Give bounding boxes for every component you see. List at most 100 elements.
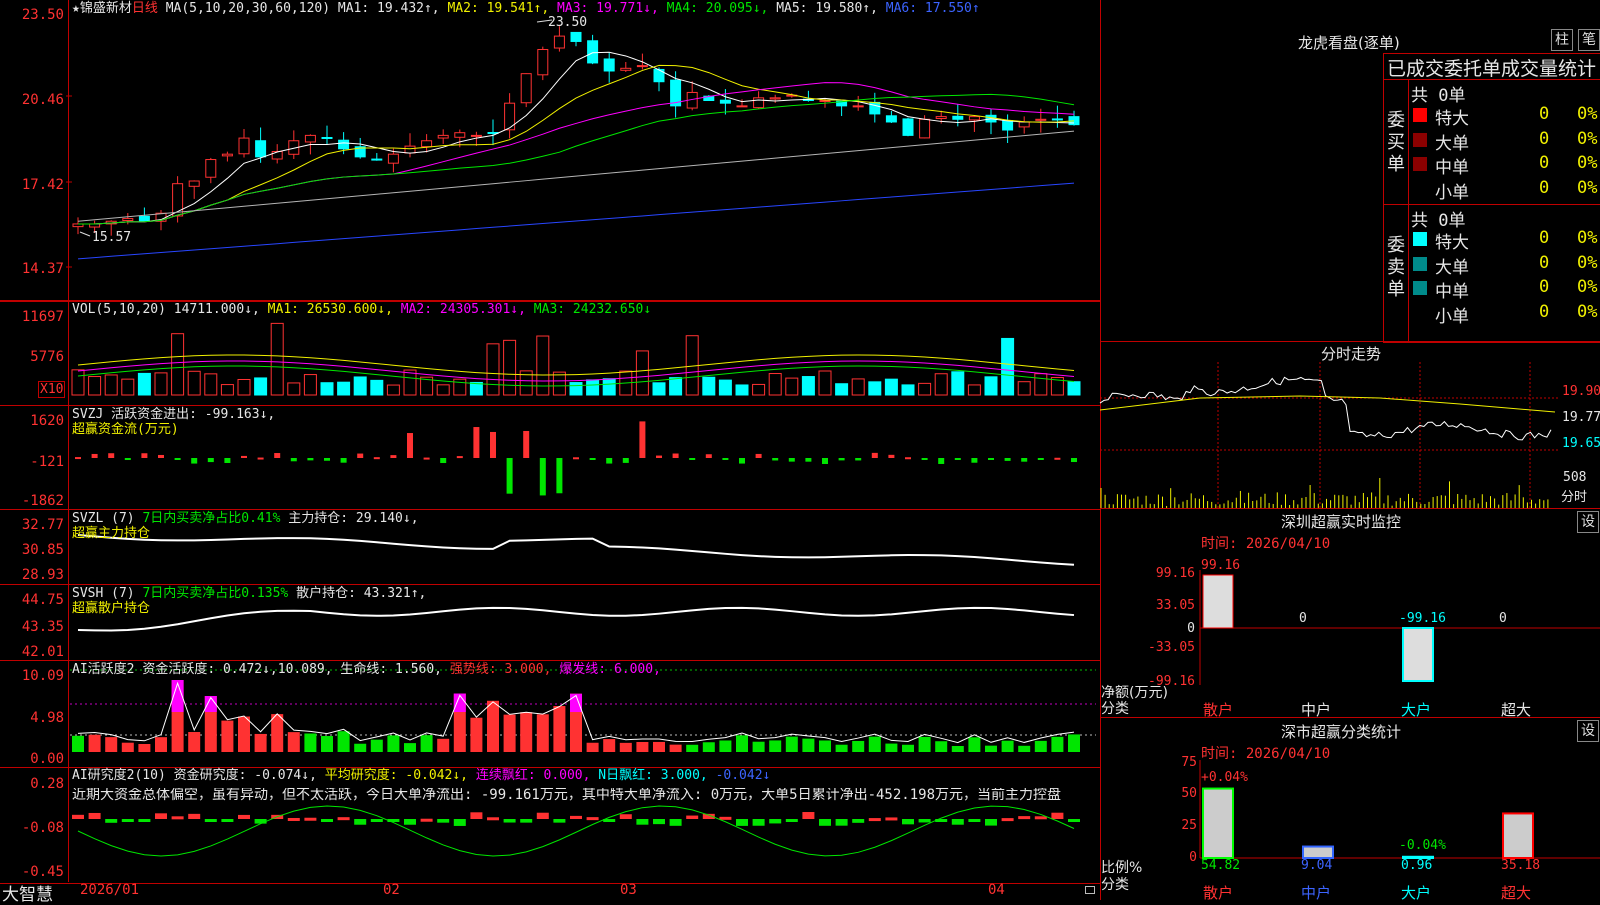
svsh-tick-3: 42.01 bbox=[21, 644, 64, 660]
stats-time: 时间: 2026/04/10 bbox=[1201, 746, 1331, 762]
svzj-tick-1: 1620 bbox=[30, 413, 64, 429]
svsh-header: SVSH (7) 7日内买卖净占比0.135% 散户持仓: 43.321↑, bbox=[72, 586, 426, 601]
ma1-value: MA1: 19.432↑, bbox=[337, 1, 440, 16]
svzl-title: 超赢主力持仓 bbox=[72, 526, 151, 541]
stats-xlabel: 分类 bbox=[1101, 877, 1129, 893]
fenshi-title: 分时走势 bbox=[1321, 345, 1382, 363]
monitor-title: 深圳超赢实时监控 bbox=[1281, 513, 1402, 531]
ma-label: MA(5,10,20,30,60,120) bbox=[165, 1, 331, 16]
svzl-label: SVZL (7) bbox=[72, 511, 135, 526]
svzl-tick-2: 30.85 bbox=[21, 542, 64, 558]
tick-view-button[interactable]: 笔 bbox=[1578, 29, 1600, 51]
stats-divider bbox=[1101, 717, 1600, 718]
ai2-tick-1: 10.09 bbox=[21, 668, 64, 684]
svzl-header: SVZL (7) 7日内买卖净占比0.41% 主力持仓: 29.140↓, bbox=[72, 511, 419, 526]
monitor-settings-button[interactable]: 设 bbox=[1577, 511, 1599, 533]
price-tick-2: 20.46 bbox=[21, 92, 64, 108]
y-axis-divider bbox=[68, 0, 69, 882]
svsh-title: 超赢散户持仓 bbox=[72, 601, 151, 616]
stats-value-4: 35.18 bbox=[1501, 858, 1541, 873]
svsh-sub: 7日内买卖净占比0.135% bbox=[142, 586, 289, 601]
main-header: ★锦盛新材日线 MA(5,10,20,30,60,120) MA1: 19.43… bbox=[72, 1, 980, 16]
air-header: AI研究度2(10) 资金研究度: -0.074↓, 平均研究度: -0.042… bbox=[72, 768, 770, 783]
ma3-value: MA3: 19.771↓, bbox=[557, 1, 659, 16]
svzj-tick-3: -1862 bbox=[21, 493, 64, 509]
volume-ma1: MA1: 26530.600↓, bbox=[267, 302, 393, 317]
buy-row-name-3: 中单 bbox=[1435, 158, 1469, 178]
stats-value-2: 9.04 bbox=[1301, 858, 1333, 873]
stats-mid-label: -0.04% bbox=[1399, 838, 1446, 853]
buy-orders-vlabel: 委买单 bbox=[1387, 110, 1405, 175]
stats-top-label: +0.04% bbox=[1201, 770, 1248, 785]
star-icon[interactable]: ★ bbox=[72, 1, 80, 16]
ai2-tick-3: 0.00 bbox=[30, 751, 64, 767]
svzj-tick-2: -121 bbox=[30, 454, 64, 470]
air-panel-frame bbox=[0, 767, 1101, 884]
buy-row-count-1: 0 bbox=[1539, 104, 1550, 124]
buy-swatch-3 bbox=[1413, 157, 1427, 171]
monitor-tick-3: 0 bbox=[1187, 621, 1195, 636]
sell-row-name-4: 小单 bbox=[1435, 306, 1469, 327]
sell-row-count-1: 0 bbox=[1539, 228, 1550, 248]
ai2-label: AI活跃度2 bbox=[72, 662, 135, 677]
buy-total: 共 0单 bbox=[1411, 86, 1466, 106]
ma6-value: MA6: 17.550↑ bbox=[885, 1, 980, 16]
air-e: -0.042↓ bbox=[715, 768, 771, 783]
sell-row-name-1: 特大 bbox=[1435, 233, 1469, 253]
fenshi-frame bbox=[1101, 341, 1600, 509]
sell-row-count-2: 0 bbox=[1539, 252, 1550, 273]
volume-tick-2: 5776 bbox=[30, 349, 64, 365]
sell-swatch-2 bbox=[1413, 256, 1427, 271]
fenshi-volume: 508 bbox=[1563, 470, 1587, 485]
ai2-tick-2: 4.98 bbox=[30, 710, 64, 726]
sidebar-title: 龙虎看盘(逐单) bbox=[1298, 34, 1400, 52]
ai2-c: 生命线: 1.560, bbox=[340, 662, 443, 677]
air-tick-2: -0.08 bbox=[21, 820, 64, 836]
air-description: 近期大资金总体偏空，虽有异动，但不太活跃，今日大单净流出: -99.161万元，… bbox=[72, 788, 1061, 803]
volume-tick-1: 11697 bbox=[21, 309, 64, 325]
sell-row-name-2: 大单 bbox=[1435, 257, 1469, 278]
stats-settings-button[interactable]: 设 bbox=[1577, 720, 1599, 742]
period-label[interactable]: 日线 bbox=[132, 1, 158, 16]
ai2-e: 爆发线: 6.000, bbox=[559, 662, 661, 677]
monitor-top-value: 99.16 bbox=[1201, 558, 1241, 573]
buy-row-name-2: 大单 bbox=[1435, 133, 1469, 154]
order-stats-divider bbox=[1383, 79, 1600, 80]
air-tick-3: -0.45 bbox=[21, 864, 64, 880]
lock-icon[interactable] bbox=[1085, 886, 1095, 894]
svzj-header: SVZJ 活跃资金进出: -99.163↓, bbox=[72, 407, 275, 422]
stats-tick-3: 25 bbox=[1181, 818, 1197, 833]
stats-tick-4: 0 bbox=[1189, 850, 1197, 865]
buy-row-count-3: 0 bbox=[1539, 153, 1550, 173]
buy-sell-divider bbox=[1383, 204, 1600, 205]
stats-value-1: 54.82 bbox=[1201, 858, 1241, 873]
stats-title: 深市超赢分类统计 bbox=[1281, 723, 1402, 741]
price-tick-4: 14.37 bbox=[21, 261, 64, 277]
svzl-tick-1: 32.77 bbox=[21, 517, 64, 533]
label-col-divider bbox=[1408, 80, 1409, 341]
sell-row-pct-3: 0% bbox=[1577, 277, 1598, 297]
date-label-1: 2026/01 bbox=[80, 882, 140, 898]
fenshi-price-2: 19.77 bbox=[1562, 410, 1600, 425]
stats-tick-2: 50 bbox=[1181, 786, 1197, 801]
date-label-3: 03 bbox=[620, 882, 637, 898]
sell-row-count-3: 0 bbox=[1539, 277, 1550, 297]
svzl-sub: 7日内买卖净占比0.41% bbox=[142, 511, 281, 526]
date-label-2: 02 bbox=[383, 882, 400, 898]
buy-row-count-4: 0 bbox=[1539, 177, 1550, 198]
stock-name[interactable]: 锦盛新材 bbox=[80, 1, 132, 16]
svzj-title: 超赢资金流(万元) bbox=[72, 422, 179, 437]
bar-view-button[interactable]: 柱 bbox=[1551, 29, 1573, 51]
price-tick-1: 23.50 bbox=[21, 7, 64, 23]
fenshi-price-3: 19.65 bbox=[1562, 436, 1600, 451]
stats-tick-1: 75 bbox=[1181, 755, 1197, 770]
air-label: AI研究度2(10) bbox=[72, 768, 166, 783]
order-stats-header: 已成交委托单成交量统计 bbox=[1387, 58, 1597, 80]
low-price-label: 15.57 bbox=[92, 230, 132, 245]
app-logo[interactable]: 大智慧 bbox=[2, 880, 53, 905]
monitor-time: 时间: 2026/04/10 bbox=[1201, 536, 1331, 552]
ma5-value: MA5: 19.580↑, bbox=[776, 1, 878, 16]
ma4-value: MA4: 20.095↓, bbox=[666, 1, 769, 16]
buy-row-pct-3: 0% bbox=[1577, 153, 1598, 173]
sell-row-name-3: 中单 bbox=[1435, 282, 1469, 302]
